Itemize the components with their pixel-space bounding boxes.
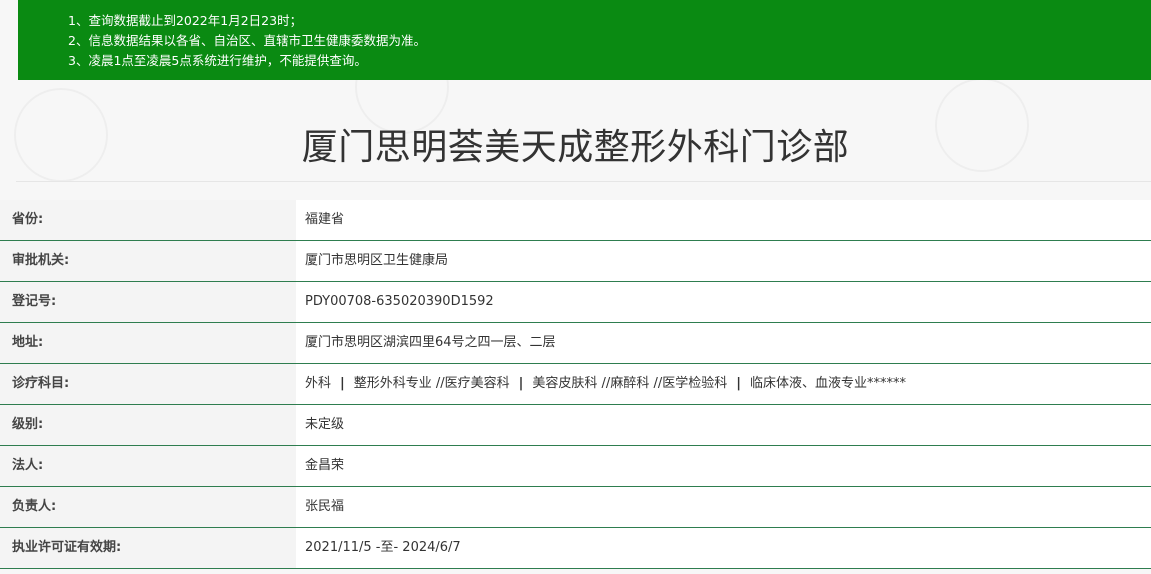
row-label: 省份: (0, 200, 296, 240)
info-row-level: 级别: 未定级 (0, 405, 1151, 446)
info-row-license-validity: 执业许可证有效期: 2021/11/5 -至- 2024/6/7 (0, 528, 1151, 569)
department-item: 外科 (305, 376, 332, 391)
notice-banner: 1、查询数据截止到2022年1月2日23时； 2、信息数据结果以各省、自治区、直… (18, 0, 1151, 80)
row-value: 外科 | 整形外科专业 //医疗美容科 | 美容皮肤科 //麻醉科 //医学检验科 | 临床… (296, 364, 1151, 404)
row-value: 厦门市思明区卫生健康局 (296, 241, 1151, 281)
row-label: 审批机关: (0, 241, 296, 281)
row-value: 未定级 (296, 405, 1151, 445)
row-label: 登记号: (0, 282, 296, 322)
row-label: 地址: (0, 323, 296, 363)
row-value: 福建省 (296, 200, 1151, 240)
row-label: 负责人: (0, 487, 296, 527)
page: 1、查询数据截止到2022年1月2日23时； 2、信息数据结果以各省、自治区、直… (0, 0, 1151, 574)
info-row-authority: 审批机关: 厦门市思明区卫生健康局 (0, 241, 1151, 282)
info-row-address: 地址: 厦门市思明区湖滨四里64号之四一层、二层 (0, 323, 1151, 364)
department-separator: | (736, 376, 741, 391)
notice-line: 2、信息数据结果以各省、自治区、直辖市卫生健康委数据为准。 (68, 33, 426, 48)
notice-line: 3、凌晨1点至凌晨5点系统进行维护，不能提供查询。 (68, 53, 367, 68)
row-value: 2021/11/5 -至- 2024/6/7 (296, 528, 1151, 568)
notice-line: 1、查询数据截止到2022年1月2日23时； (68, 13, 303, 28)
info-row-legal-person: 法人: 金昌荣 (0, 446, 1151, 487)
info-row-province: 省份: 福建省 (0, 200, 1151, 241)
department-item: 临床体液、血液专业****** (749, 376, 906, 391)
row-label: 诊疗科目: (0, 364, 296, 404)
department-item: 整形外科专业 //医疗美容科 (353, 376, 510, 391)
department-separator: | (340, 376, 345, 391)
info-row-person-in-charge: 负责人: 张民福 (0, 487, 1151, 528)
info-row-registration: 登记号: PDY00708-635020390D1592 (0, 282, 1151, 323)
page-title: 厦门思明荟美天成整形外科门诊部 (301, 127, 850, 168)
info-table: 省份: 福建省 审批机关: 厦门市思明区卫生健康局 登记号: PDY00708-… (0, 200, 1151, 569)
row-value: PDY00708-635020390D1592 (296, 282, 1151, 322)
title-divider (16, 181, 1151, 182)
info-row-departments: 诊疗科目: 外科 | 整形外科专业 //医疗美容科 | 美容皮肤科 //麻醉科 //医学… (0, 364, 1151, 405)
department-separator: | (518, 376, 524, 391)
department-item: 美容皮肤科 //麻醉科 //医学检验科 (532, 376, 728, 391)
row-value: 张民福 (296, 487, 1151, 527)
row-value: 厦门市思明区湖滨四里64号之四一层、二层 (296, 323, 1151, 363)
row-label: 执业许可证有效期: (0, 528, 296, 568)
row-label: 级别: (0, 405, 296, 445)
row-label: 法人: (0, 446, 296, 486)
row-value: 金昌荣 (296, 446, 1151, 486)
